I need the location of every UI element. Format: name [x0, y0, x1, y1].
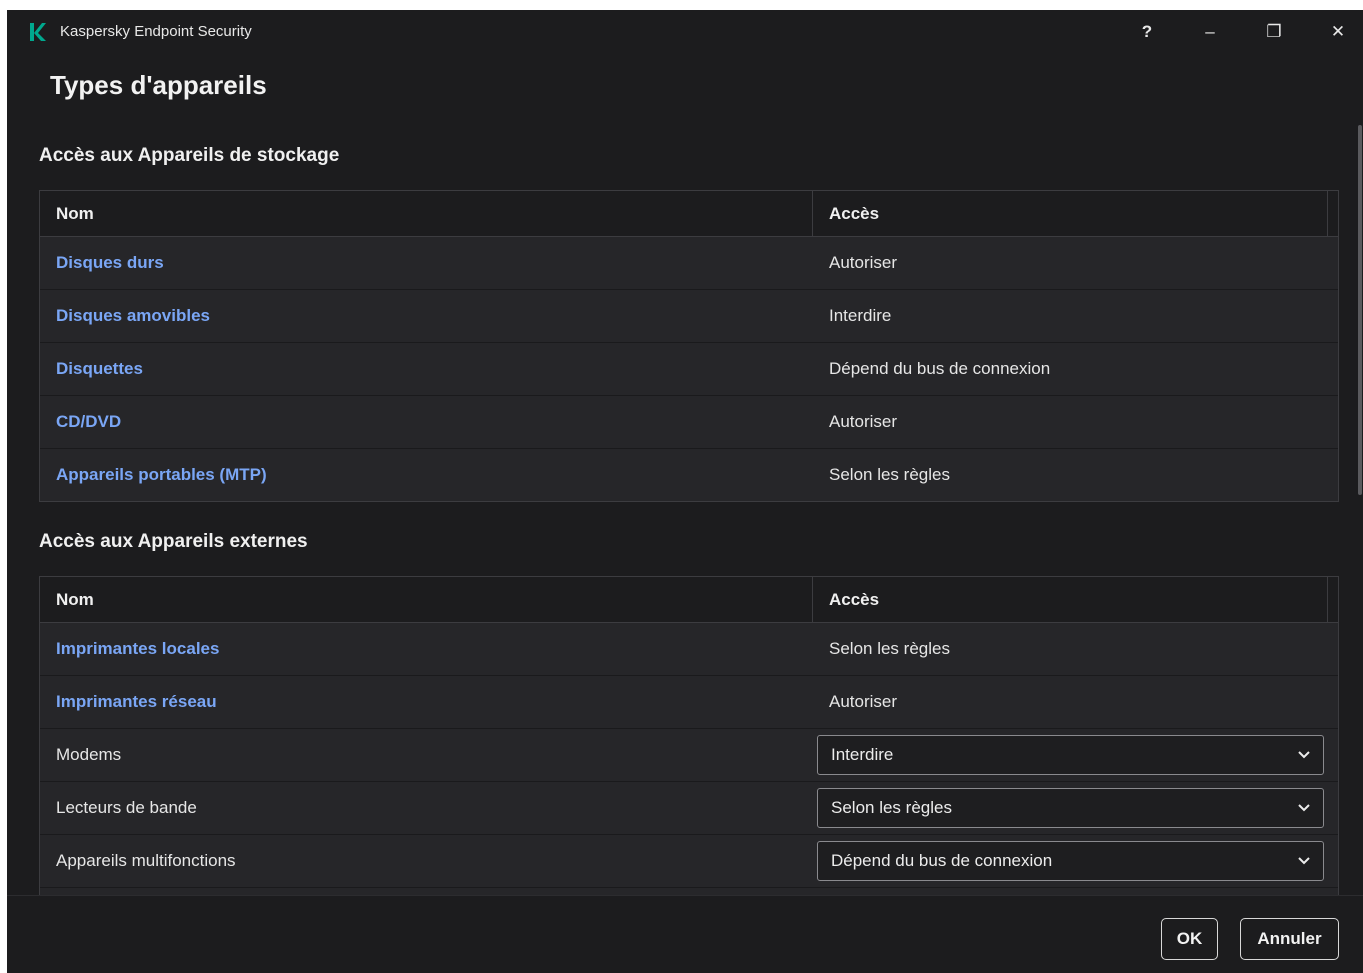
cancel-button[interactable]: Annuler	[1240, 918, 1339, 960]
kaspersky-logo-icon	[30, 23, 46, 41]
table-row: Disques amovibles Interdire	[40, 290, 1338, 343]
device-link-removable-disks[interactable]: Disques amovibles	[56, 306, 210, 325]
external-section-title: Accès aux Appareils externes	[39, 531, 308, 552]
access-value: Interdire	[829, 306, 892, 325]
column-header-access[interactable]: Accès	[813, 191, 1328, 236]
access-select-modems[interactable]: Interdire	[817, 735, 1324, 775]
table-row: Appareils portables (MTP) Selon les règl…	[40, 449, 1338, 501]
table-header: Nom Accès	[40, 577, 1338, 623]
device-link-floppy-disks[interactable]: Disquettes	[56, 359, 143, 378]
access-value: Selon les règles	[829, 639, 950, 658]
access-value: Autoriser	[829, 412, 898, 431]
table-row: Imprimantes locales Selon les règles	[40, 623, 1338, 676]
restore-button[interactable]: ❐	[1254, 18, 1294, 46]
access-select-tape-drives[interactable]: Selon les règles	[817, 788, 1324, 828]
title-bar: Kaspersky Endpoint Security ? – ❐ ✕	[7, 10, 1363, 54]
help-icon: ?	[1141, 22, 1153, 41]
storage-table: Nom Accès Disques durs Autoriser Disques…	[39, 190, 1339, 502]
access-select-multifunction[interactable]: Dépend du bus de connexion	[817, 841, 1324, 881]
access-value: Dépend du bus de connexion	[829, 359, 1051, 378]
minimize-button[interactable]: –	[1190, 18, 1230, 46]
external-table: Nom Accès Imprimantes locales Selon les …	[39, 576, 1339, 909]
device-link-hard-disks[interactable]: Disques durs	[56, 253, 164, 272]
device-link-portable-devices[interactable]: Appareils portables (MTP)	[56, 465, 267, 484]
vertical-scrollbar[interactable]	[1358, 125, 1362, 495]
table-row: Appareils multifonctions Dépend du bus d…	[40, 835, 1338, 888]
column-header-name[interactable]: Nom	[40, 191, 813, 236]
device-name-tape-drives: Lecteurs de bande	[56, 798, 197, 817]
device-link-local-printers[interactable]: Imprimantes locales	[56, 639, 219, 658]
device-name-multifunction: Appareils multifonctions	[56, 851, 236, 870]
select-value: Interdire	[831, 745, 894, 764]
help-button[interactable]: ?	[1127, 18, 1167, 46]
table-row: CD/DVD Autoriser	[40, 396, 1338, 449]
column-header-name[interactable]: Nom	[40, 577, 813, 622]
minimize-icon: –	[1205, 22, 1215, 41]
table-row: Disquettes Dépend du bus de connexion	[40, 343, 1338, 396]
table-row: Lecteurs de bande Selon les règles	[40, 782, 1338, 835]
column-header-access[interactable]: Accès	[813, 577, 1328, 622]
page-title: Types d'appareils	[50, 70, 267, 100]
app-window: Kaspersky Endpoint Security ? – ❐ ✕ Type…	[7, 10, 1363, 973]
select-value: Dépend du bus de connexion	[831, 851, 1053, 870]
access-value: Autoriser	[829, 692, 898, 711]
access-value: Autoriser	[829, 253, 898, 272]
device-name-modems: Modems	[56, 745, 122, 764]
chevron-down-icon	[1298, 857, 1310, 865]
dialog-footer: OK Annuler	[7, 895, 1363, 973]
device-link-network-printers[interactable]: Imprimantes réseau	[56, 692, 217, 711]
table-row: Imprimantes réseau Autoriser	[40, 676, 1338, 729]
restore-icon: ❐	[1266, 22, 1282, 41]
storage-section-title: Accès aux Appareils de stockage	[39, 145, 340, 166]
close-icon: ✕	[1330, 22, 1346, 41]
ok-button[interactable]: OK	[1161, 918, 1218, 960]
table-row: Disques durs Autoriser	[40, 237, 1338, 290]
device-link-cd-dvd[interactable]: CD/DVD	[56, 412, 121, 431]
select-value: Selon les règles	[831, 798, 952, 817]
chevron-down-icon	[1298, 751, 1310, 759]
access-value: Selon les règles	[829, 465, 950, 484]
app-title: Kaspersky Endpoint Security	[60, 23, 252, 40]
table-header: Nom Accès	[40, 191, 1338, 237]
close-button[interactable]: ✕	[1318, 18, 1358, 46]
chevron-down-icon	[1298, 804, 1310, 812]
table-row: Modems Interdire	[40, 729, 1338, 782]
